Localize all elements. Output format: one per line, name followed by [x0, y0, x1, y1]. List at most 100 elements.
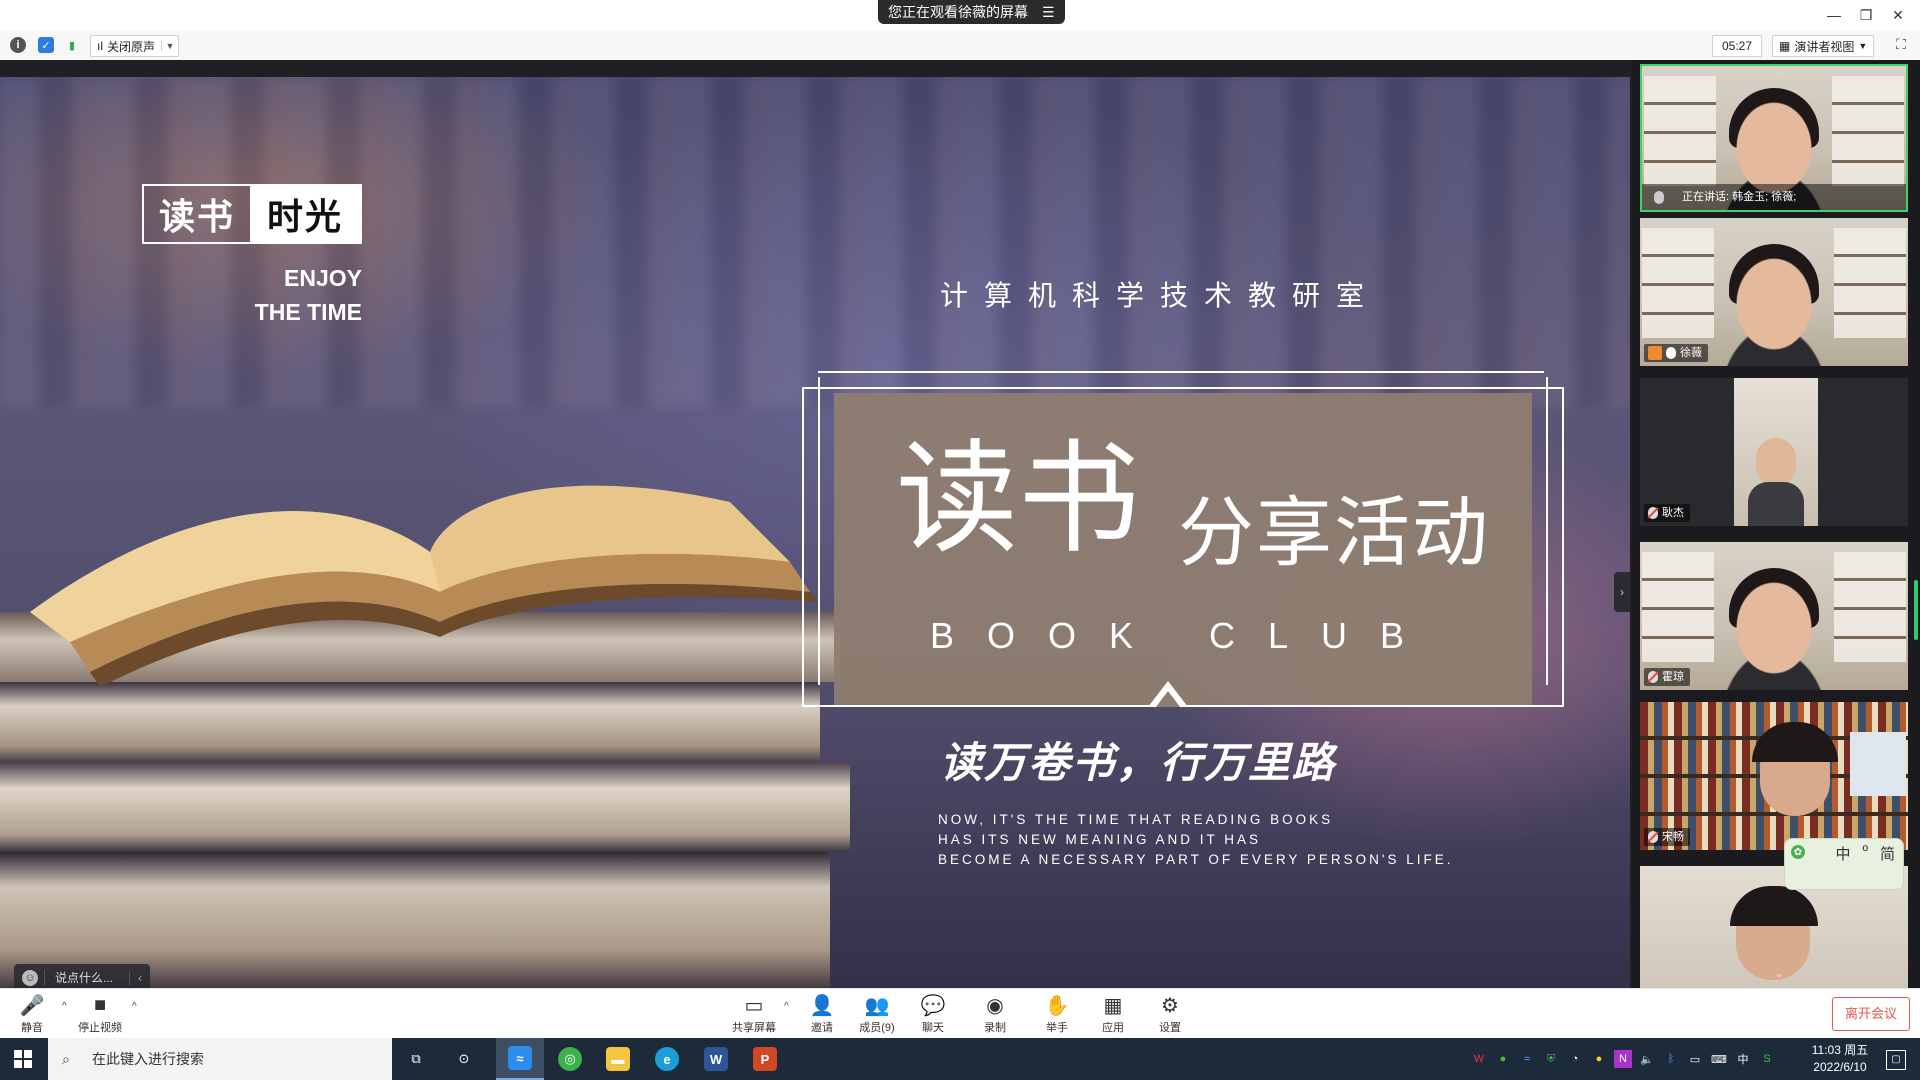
search-icon: ⌕ — [62, 1050, 70, 1067]
emoji-icon[interactable]: ☺ — [22, 970, 38, 986]
menu-icon[interactable]: ☰ — [1042, 0, 1055, 24]
folder-icon: ▬ — [606, 1047, 630, 1071]
minimize-icon[interactable]: — — [1818, 2, 1850, 28]
video-tile[interactable]: 耿杰 — [1640, 378, 1908, 526]
record-button[interactable]: ◉ 录制 — [967, 993, 1023, 1035]
participant-name: 耿杰 — [1662, 507, 1684, 519]
taskbar-search[interactable]: ⌕ 在此键入进行搜索 — [48, 1038, 392, 1080]
sogou-icon[interactable]: S — [1758, 1050, 1776, 1068]
bluetooth-icon[interactable]: ᛒ — [1662, 1050, 1680, 1068]
chat-label: 聊天 — [922, 1022, 944, 1034]
video-tile[interactable]: 霍琼 — [1640, 542, 1908, 690]
ime-indicator[interactable]: 中 — [1734, 1050, 1752, 1068]
share-screen-button[interactable]: ▭ 共享屏幕 — [726, 993, 782, 1035]
participant-name: 宋畅 — [1662, 831, 1684, 843]
network-icon[interactable]: ◔ — [1566, 1050, 1584, 1068]
battery-icon[interactable]: ▭ — [1686, 1050, 1704, 1068]
scroll-up-icon[interactable]: ⌃ — [1772, 70, 1786, 84]
chevron-down-icon: ▼ — [1858, 41, 1868, 51]
original-sound-label: 关闭原声 — [107, 39, 156, 54]
video-tile-active-speaker[interactable]: 正在讲话: 韩金玉; 徐薇; — [1640, 64, 1908, 212]
microphone-muted-icon — [1648, 831, 1658, 843]
screen-share-banner[interactable]: 您正在观看徐薇的屏幕 ☰ — [878, 0, 1065, 24]
record-label: 录制 — [984, 1022, 1006, 1034]
hand-icon: ✋ — [1044, 994, 1070, 1017]
start-button[interactable] — [0, 1038, 46, 1080]
participant-name-label: 耿杰 — [1644, 504, 1690, 522]
wechat-icon[interactable]: ● — [1494, 1050, 1512, 1068]
shared-screen-area: 读书 时光 ENJOY THE TIME 计算机科学技术教研室 读书 分享活动 … — [0, 60, 1632, 988]
fullscreen-icon[interactable]: ⛶ — [1892, 36, 1910, 54]
restore-icon[interactable]: ❐ — [1850, 2, 1882, 28]
collapse-panel-toggle[interactable]: › — [1614, 572, 1630, 612]
shield-icon[interactable]: ✓ — [38, 37, 54, 53]
invite-label: 邀请 — [811, 1022, 833, 1034]
microphone-icon — [1654, 191, 1664, 204]
raise-hand-button[interactable]: ✋ 举手 — [1029, 993, 1085, 1035]
video-tile[interactable]: 徐薇 — [1640, 218, 1908, 366]
english-line: HAS ITS NEW MEANING AND IT HAS — [938, 832, 1262, 847]
chevron-down-icon[interactable]: ▼ — [161, 41, 178, 51]
task-view-button[interactable]: ⧉ — [392, 1038, 440, 1080]
close-icon[interactable]: ✕ — [1882, 2, 1914, 28]
settings-button[interactable]: ⚙ 设置 — [1142, 993, 1198, 1035]
members-button[interactable]: 👥 成员(9) — [849, 993, 905, 1035]
meeting-tray-icon[interactable]: ≈ — [1518, 1050, 1536, 1068]
ime-char[interactable]: 简 — [1880, 843, 1895, 864]
wps-icon[interactable]: W — [1470, 1050, 1488, 1068]
chevron-up-icon[interactable]: ^ — [784, 1001, 789, 1012]
notification-icon[interactable]: ▢ — [1886, 1050, 1906, 1070]
clock-time: 11:03 周五 — [1811, 1043, 1869, 1057]
participant-video — [1719, 256, 1829, 366]
security-icon[interactable]: ⛨ — [1542, 1050, 1560, 1068]
apps-button[interactable]: ▦ 应用 — [1085, 993, 1141, 1035]
department-title: 计算机科学技术教研室 — [940, 280, 1381, 311]
taskbar-app-edge[interactable]: e — [643, 1038, 691, 1080]
chevron-up-icon[interactable]: ^ — [132, 1001, 137, 1012]
audio-bars-icon: ıl — [97, 39, 103, 53]
gear-icon: ⚙ — [1161, 994, 1179, 1017]
frame-line — [1562, 387, 1564, 707]
layout-icon: ▦ — [1779, 39, 1791, 53]
mute-button[interactable]: 🎤 静音 — [4, 993, 60, 1035]
panel-scrollbar[interactable] — [1914, 580, 1918, 640]
volume-icon[interactable]: 🔈 — [1638, 1050, 1656, 1068]
open-book-image — [30, 485, 820, 687]
taskbar-app-explorer[interactable]: ▬ — [594, 1038, 642, 1080]
search-zoom-icon: ⊙ — [458, 1051, 470, 1066]
tray-app-icon[interactable]: ● — [1590, 1050, 1608, 1068]
english-paragraph: NOW, IT'S THE TIME THAT READING BOOKS HA… — [938, 810, 1453, 870]
chat-button[interactable]: 💬 聊天 — [905, 993, 961, 1035]
invite-button[interactable]: 👤 邀请 — [794, 993, 850, 1035]
taskbar-app-word[interactable]: W — [692, 1038, 740, 1080]
info-icon[interactable]: i — [10, 37, 26, 53]
scroll-down-icon[interactable]: ⌄ — [1772, 966, 1786, 980]
original-sound-dropdown[interactable]: ıl 关闭原声 ▼ — [90, 35, 180, 57]
ime-char[interactable]: 中 — [1835, 843, 1850, 864]
taskbar-app-powerpoint[interactable]: P — [741, 1038, 789, 1080]
keyboard-icon[interactable]: ⌨ — [1710, 1050, 1728, 1068]
taskbar-app[interactable]: ⊙ — [440, 1038, 488, 1080]
stop-video-button[interactable]: ■ 停止视频 — [72, 993, 128, 1035]
add-user-icon: 👤 — [809, 994, 835, 1017]
taskbar-app[interactable]: ◎ — [546, 1038, 594, 1080]
windows-taskbar: ⌕ 在此键入进行搜索 ⧉ ⊙ ≈ ◎ ▬ e W P W ● ≈ ⛨ ◔ ● N… — [0, 1038, 1920, 1080]
slide-motto: 读万卷书，行万里路 — [940, 738, 1337, 787]
chevron-up-icon[interactable]: ^ — [62, 1001, 67, 1012]
comment-input[interactable]: ☺ 说点什么... ‹ — [14, 964, 150, 988]
enjoy-line-2: THE TIME — [254, 299, 362, 325]
taskbar-clock[interactable]: 11:03 周五 2022/6/10 — [1800, 1042, 1880, 1076]
onenote-icon[interactable]: N — [1614, 1050, 1632, 1068]
participant-video — [1719, 580, 1829, 690]
ime-status-widget[interactable]: ✿ 中 º 简 — [1784, 838, 1904, 890]
video-tile[interactable]: 宋畅 — [1640, 702, 1908, 850]
meeting-timer: 05:27 — [1712, 35, 1762, 57]
members-label: 成员(9) — [859, 1022, 895, 1034]
view-mode-dropdown[interactable]: ▦ 演讲者视图 ▼ — [1772, 35, 1875, 57]
ime-char[interactable]: º — [1863, 843, 1868, 860]
signal-bars-icon[interactable]: ▮ — [64, 37, 80, 53]
taskbar-app-tencent-meeting[interactable]: ≈ — [496, 1038, 544, 1080]
book-club-text: BOOK CLUB — [930, 615, 1438, 656]
leave-meeting-button[interactable]: 离开会议 — [1832, 997, 1910, 1031]
chevron-left-icon[interactable]: ‹ — [129, 971, 150, 985]
